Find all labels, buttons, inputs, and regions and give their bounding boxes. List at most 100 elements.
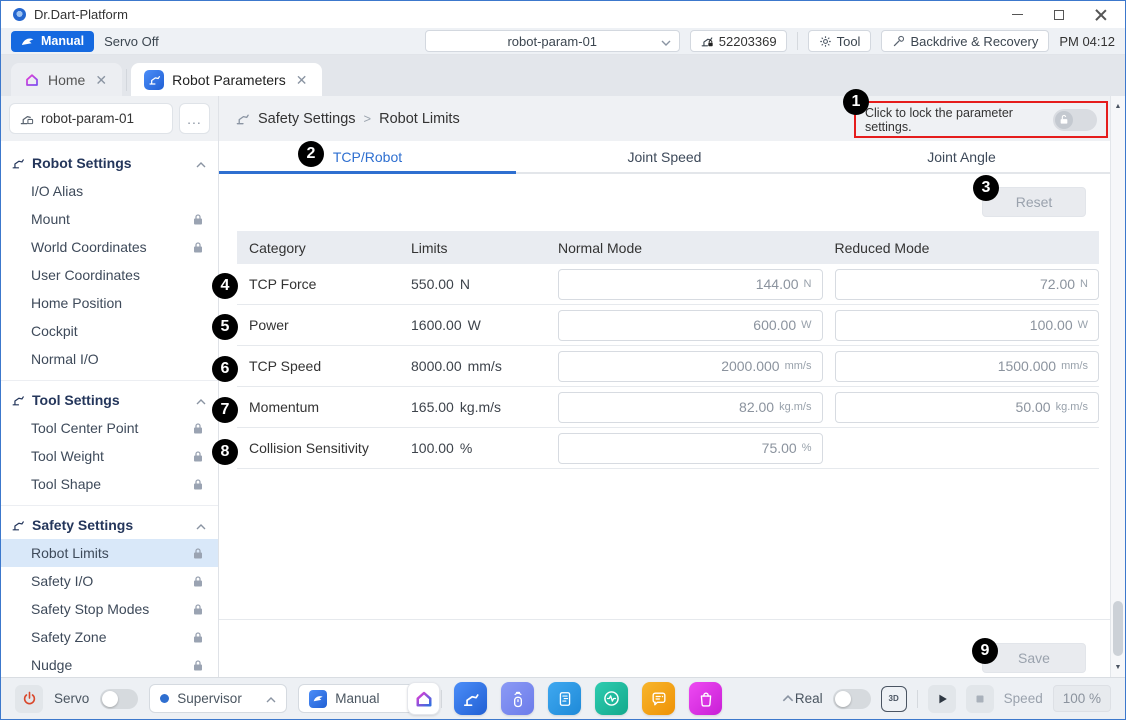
- role-status-dot: [160, 694, 169, 703]
- reduced-mode-input[interactable]: 50.00kg.m/s: [835, 392, 1100, 423]
- sidebar-item-safety-stop-modes[interactable]: Safety Stop Modes: [1, 595, 218, 623]
- store-app-icon: [696, 689, 716, 709]
- tab-robot-parameters-label: Robot Parameters: [172, 72, 286, 88]
- table-row-tcp-force: TCP Force 550.00N 144.00N 72.00N: [237, 264, 1099, 305]
- stop-icon: [973, 692, 987, 706]
- role-select[interactable]: Supervisor: [149, 684, 287, 713]
- servo-toggle[interactable]: [100, 689, 138, 709]
- sidebar-param-field[interactable]: robot-param-01: [9, 103, 173, 134]
- real-sim-toggle[interactable]: [833, 689, 871, 709]
- servo-toggle-knob: [102, 691, 118, 707]
- sidebar-item-safety-io[interactable]: Safety I/O: [1, 567, 218, 595]
- sidebar-item-tool-center-point[interactable]: Tool Center Point: [1, 414, 218, 442]
- input-unit: mm/s: [785, 360, 812, 372]
- normal-mode-input[interactable]: 600.00W: [558, 310, 823, 341]
- sidebar-item-nudge[interactable]: Nudge: [1, 651, 218, 677]
- tab-joint-speed[interactable]: Joint Speed: [516, 141, 813, 172]
- sidebar-item-user-coordinates[interactable]: User Coordinates: [1, 261, 218, 289]
- reduced-mode-input[interactable]: 1500.000mm/s: [835, 351, 1100, 382]
- tab-content: Reset Category Limits Normal Mode Reduce…: [219, 174, 1110, 677]
- speed-value[interactable]: 100 %: [1053, 685, 1111, 712]
- lock-parameter-banner: Click to lock the parameter settings.: [854, 101, 1108, 138]
- reduced-mode-input[interactable]: 72.00N: [835, 269, 1100, 300]
- chevron-up-icon[interactable]: [196, 155, 206, 171]
- sidebar-item-io-alias[interactable]: I/O Alias: [1, 177, 218, 205]
- row-category: TCP Force: [249, 276, 399, 292]
- app-home[interactable]: [407, 682, 440, 715]
- chevron-down-icon: [661, 34, 671, 49]
- sidebar-item-normal-io[interactable]: Normal I/O: [1, 345, 218, 373]
- reduced-mode-input[interactable]: 100.00W: [835, 310, 1100, 341]
- sidebar-item-cockpit[interactable]: Cockpit: [1, 317, 218, 345]
- sidebar-item-safety-zone[interactable]: Safety Zone: [1, 623, 218, 651]
- input-value: 50.00: [1016, 399, 1051, 415]
- app-store[interactable]: [689, 682, 722, 715]
- sidebar-item-robot-limits[interactable]: Robot Limits: [1, 539, 218, 567]
- sidebar-item-home-position[interactable]: Home Position: [1, 289, 218, 317]
- stop-button[interactable]: [966, 685, 994, 713]
- app-task-writer[interactable]: [548, 682, 581, 715]
- normal-mode-input[interactable]: 144.00N: [558, 269, 823, 300]
- section-robot-settings-header[interactable]: Robot Settings: [1, 149, 218, 177]
- lock-toggle[interactable]: [1053, 109, 1097, 131]
- viewer-3d-button[interactable]: 3D: [881, 686, 907, 712]
- app-jog[interactable]: [501, 682, 534, 715]
- sidebar-item-tool-weight[interactable]: Tool Weight: [1, 442, 218, 470]
- section-safety-settings-header[interactable]: Safety Settings: [1, 511, 218, 539]
- lock-icon: [192, 213, 204, 226]
- robot-mode-button[interactable]: Manual: [11, 31, 94, 52]
- minimize-button[interactable]: [1011, 9, 1023, 21]
- app-robot-parameters[interactable]: [454, 682, 487, 715]
- monitoring-app-icon: [601, 688, 622, 709]
- dock-expand-chevron-icon[interactable]: [782, 695, 794, 702]
- tab-robot-parameters-close-icon[interactable]: ✕: [294, 73, 310, 87]
- lock-icon: [192, 659, 204, 672]
- tool-button[interactable]: Tool: [808, 30, 872, 52]
- close-button[interactable]: [1095, 9, 1107, 21]
- tab-home-close-icon[interactable]: ✕: [93, 73, 109, 87]
- chevron-up-icon[interactable]: [196, 392, 206, 408]
- sidebar-item-mount[interactable]: Mount: [1, 205, 218, 233]
- annotation-badge-3: 3: [973, 175, 999, 201]
- app-message[interactable]: [642, 682, 675, 715]
- app-window: Dr.Dart-Platform Manual Servo Off robot-…: [0, 0, 1126, 720]
- task-app-icon: [555, 689, 575, 709]
- main-header: Safety Settings > Robot Limits Click to …: [219, 96, 1125, 141]
- app-logo-icon: [13, 8, 26, 21]
- app-monitoring[interactable]: [595, 682, 628, 715]
- lock-icon: [192, 575, 204, 588]
- robot-param-icon: [19, 111, 34, 126]
- sidebar-more-button[interactable]: ...: [179, 103, 210, 134]
- play-button[interactable]: [928, 685, 956, 713]
- scroll-down-icon[interactable]: ▼: [1111, 659, 1125, 675]
- scroll-up-icon[interactable]: ▲: [1111, 98, 1125, 114]
- breadcrumb-parent[interactable]: Safety Settings: [258, 111, 356, 127]
- normal-mode-input[interactable]: 75.00%: [558, 433, 823, 464]
- tab-joint-angle[interactable]: Joint Angle: [813, 141, 1110, 172]
- title-bar: Dr.Dart-Platform: [1, 1, 1125, 28]
- normal-mode-input[interactable]: 2000.000mm/s: [558, 351, 823, 382]
- normal-mode-input[interactable]: 82.00kg.m/s: [558, 392, 823, 423]
- lock-icon: [192, 478, 204, 491]
- scrollbar-thumb[interactable]: [1113, 601, 1123, 656]
- row-category: Power: [249, 317, 399, 333]
- tab-home[interactable]: Home ✕: [11, 63, 122, 96]
- mode-select-value: Manual: [335, 691, 379, 706]
- sidebar-item-tool-shape[interactable]: Tool Shape: [1, 470, 218, 498]
- tab-robot-parameters[interactable]: Robot Parameters ✕: [131, 63, 322, 96]
- col-limits: Limits: [411, 240, 546, 256]
- robot-serial-badge[interactable]: 52203369: [690, 30, 787, 52]
- limits-table: Category Limits Normal Mode Reduced Mode…: [237, 231, 1099, 469]
- tab-tcp-robot[interactable]: TCP/Robot: [219, 141, 516, 172]
- vertical-scrollbar[interactable]: ▲ ▼: [1110, 96, 1125, 677]
- power-button[interactable]: [15, 685, 43, 713]
- table-row-collision-sensitivity: Collision Sensitivity 100.00% 75.00%: [237, 428, 1099, 469]
- chevron-up-icon[interactable]: [196, 517, 206, 533]
- backdrive-recovery-button[interactable]: Backdrive & Recovery: [881, 30, 1049, 52]
- parameter-select[interactable]: robot-param-01: [425, 30, 680, 52]
- sidebar-item-world-coordinates[interactable]: World Coordinates: [1, 233, 218, 261]
- section-tool-settings-header[interactable]: Tool Settings: [1, 386, 218, 414]
- maximize-button[interactable]: [1053, 9, 1065, 21]
- parameter-tabs: TCP/Robot Joint Speed Joint Angle: [219, 141, 1110, 174]
- annotation-badge-5: 5: [212, 314, 238, 340]
